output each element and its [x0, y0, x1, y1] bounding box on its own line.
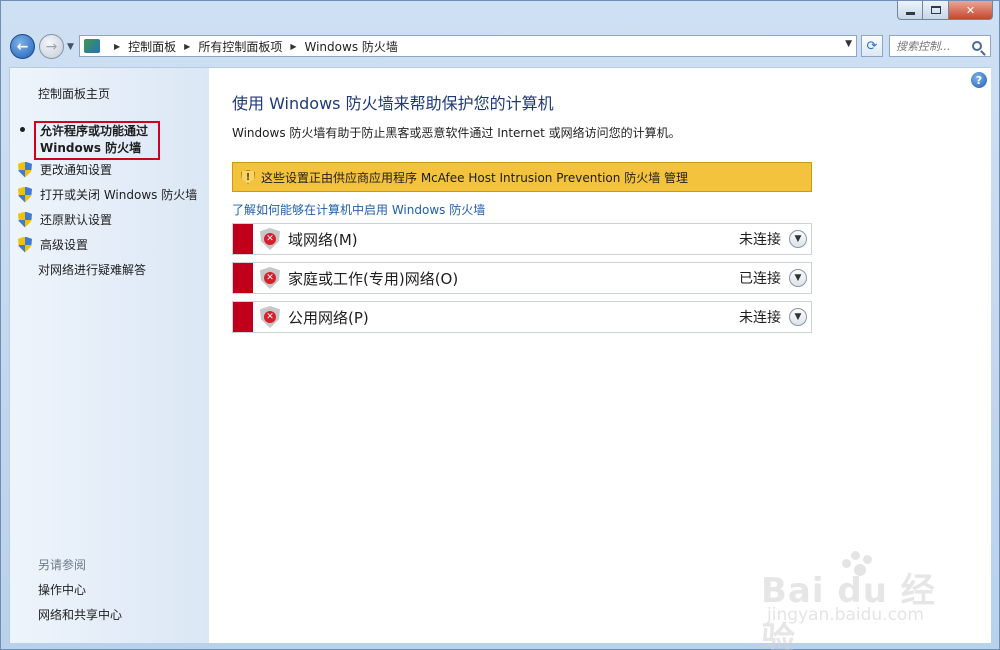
chevron-down-icon[interactable]: ▼	[789, 230, 807, 248]
sidebar-item-restore-defaults[interactable]: 还原默认设置	[18, 211, 112, 228]
troubleshoot-network-link[interactable]: 对网络进行疑难解答	[38, 261, 146, 278]
uac-shield-icon	[18, 161, 32, 178]
vendor-managed-warning: ! 这些设置正由供应商应用程序 McAfee Host Intrusion Pr…	[232, 162, 812, 192]
firewall-off-shield-icon: ✕	[260, 306, 280, 328]
sidebar-item-notifications[interactable]: 更改通知设置	[18, 161, 112, 178]
navigation-bar: ← → ▼ ▶ 控制面板 ▶ 所有控制面板项 ▶ Windows 防火墙 ▼ ⟳	[1, 29, 999, 63]
network-row-public[interactable]: ✕ 公用网络(P) 未连接 ▼	[232, 301, 812, 333]
minimize-button[interactable]	[897, 1, 923, 20]
allow-programs-link[interactable]: 允许程序或功能通过 Windows 防火墙	[34, 121, 160, 160]
network-name: 公用网络(P)	[288, 308, 369, 327]
learn-enable-firewall-link[interactable]: 了解如何能够在计算机中启用 Windows 防火墙	[232, 201, 485, 218]
search-box[interactable]	[889, 35, 991, 57]
sidebar-item-label: 更改通知设置	[40, 163, 113, 177]
recent-pages-dropdown-icon[interactable]: ▼	[67, 42, 74, 52]
sidebar-item-toggle-firewall[interactable]: 打开或关闭 Windows 防火墙	[18, 186, 197, 203]
uac-shield-icon	[18, 211, 32, 228]
status-color-bar	[233, 263, 253, 293]
close-icon: ✕	[965, 3, 976, 17]
sidebar-item-label: 高级设置	[40, 238, 89, 252]
refresh-button[interactable]: ⟳	[861, 35, 883, 57]
forward-arrow-icon: →	[45, 38, 58, 55]
chevron-down-icon[interactable]: ▼	[789, 269, 807, 287]
network-row-private[interactable]: ✕ 家庭或工作(专用)网络(O) 已连接 ▼	[232, 262, 812, 294]
allow-programs-line1: 允许程序或功能通过	[40, 124, 149, 138]
breadcrumb-separator-icon[interactable]: ▶	[114, 42, 120, 51]
see-also-heading: 另请参阅	[38, 558, 87, 572]
network-status: 已连接	[739, 271, 781, 287]
back-arrow-icon: ←	[16, 38, 29, 55]
network-name: 家庭或工作(专用)网络(O)	[288, 269, 459, 288]
close-button[interactable]: ✕	[949, 1, 993, 20]
network-status: 未连接	[739, 310, 781, 326]
sidebar-item-label: 还原默认设置	[40, 213, 113, 227]
control-panel-home-link[interactable]: 控制面板主页	[38, 85, 110, 102]
breadcrumb-firewall[interactable]: Windows 防火墙	[305, 38, 398, 55]
status-color-bar	[233, 302, 253, 332]
breadcrumb-separator-icon[interactable]: ▶	[184, 42, 190, 51]
breadcrumb-control-panel[interactable]: 控制面板	[128, 38, 176, 55]
status-color-bar	[233, 224, 253, 254]
uac-shield-icon	[18, 186, 32, 203]
maximize-icon	[930, 6, 941, 14]
warning-text: 这些设置正由供应商应用程序 McAfee Host Intrusion Prev…	[261, 170, 689, 185]
breadcrumb-all-items[interactable]: 所有控制面板项	[198, 38, 282, 55]
uac-shield-icon	[18, 236, 32, 253]
maximize-button[interactable]	[923, 1, 949, 20]
back-button[interactable]: ←	[10, 34, 35, 59]
firewall-off-shield-icon: ✕	[260, 267, 280, 289]
sidebar-item-label: 打开或关闭 Windows 防火墙	[40, 188, 198, 202]
breadcrumb-separator-icon[interactable]: ▶	[290, 42, 296, 51]
warning-shield-icon: !	[241, 170, 255, 184]
search-input[interactable]	[896, 39, 970, 53]
forward-button[interactable]: →	[39, 34, 64, 59]
page-description: Windows 防火墙有助于防止黑客或恶意软件通过 Internet 或网络访问…	[232, 126, 681, 140]
network-name: 域网络(M)	[288, 230, 358, 249]
address-bar[interactable]: ▶ 控制面板 ▶ 所有控制面板项 ▶ Windows 防火墙 ▼	[79, 35, 857, 57]
firewall-off-shield-icon: ✕	[260, 228, 280, 250]
control-panel-icon	[84, 39, 100, 53]
action-center-link[interactable]: 操作中心	[38, 581, 86, 598]
sidebar-item-advanced-settings[interactable]: 高级设置	[18, 236, 88, 253]
watermark-url: jingyan.baidu.com	[767, 605, 924, 625]
task-pane: 控制面板主页 允许程序或功能通过 Windows 防火墙 更改通知设置 打开或关…	[9, 67, 209, 643]
search-icon[interactable]	[972, 41, 982, 51]
control-panel-window: ✕ ← → ▼ ▶ 控制面板 ▶ 所有控制面板项 ▶ Windows 防火墙 ▼…	[0, 0, 1000, 650]
current-page-bullet	[20, 127, 25, 132]
address-dropdown-icon[interactable]: ▼	[845, 39, 852, 49]
minimize-icon	[905, 11, 915, 15]
allow-programs-line2: Windows 防火墙	[40, 141, 142, 155]
caption-buttons: ✕	[897, 1, 993, 20]
network-status: 未连接	[739, 232, 781, 248]
watermark: Bai du 经验 jingyan.baidu.com	[761, 549, 961, 650]
page-title: 使用 Windows 防火墙来帮助保护您的计算机	[232, 94, 554, 113]
network-row-domain[interactable]: ✕ 域网络(M) 未连接 ▼	[232, 223, 812, 255]
network-sharing-center-link[interactable]: 网络和共享中心	[38, 606, 122, 623]
chevron-down-icon[interactable]: ▼	[789, 308, 807, 326]
refresh-icon: ⟳	[866, 38, 878, 54]
help-icon[interactable]: ?	[971, 72, 987, 88]
help-glyph: ?	[975, 73, 983, 87]
